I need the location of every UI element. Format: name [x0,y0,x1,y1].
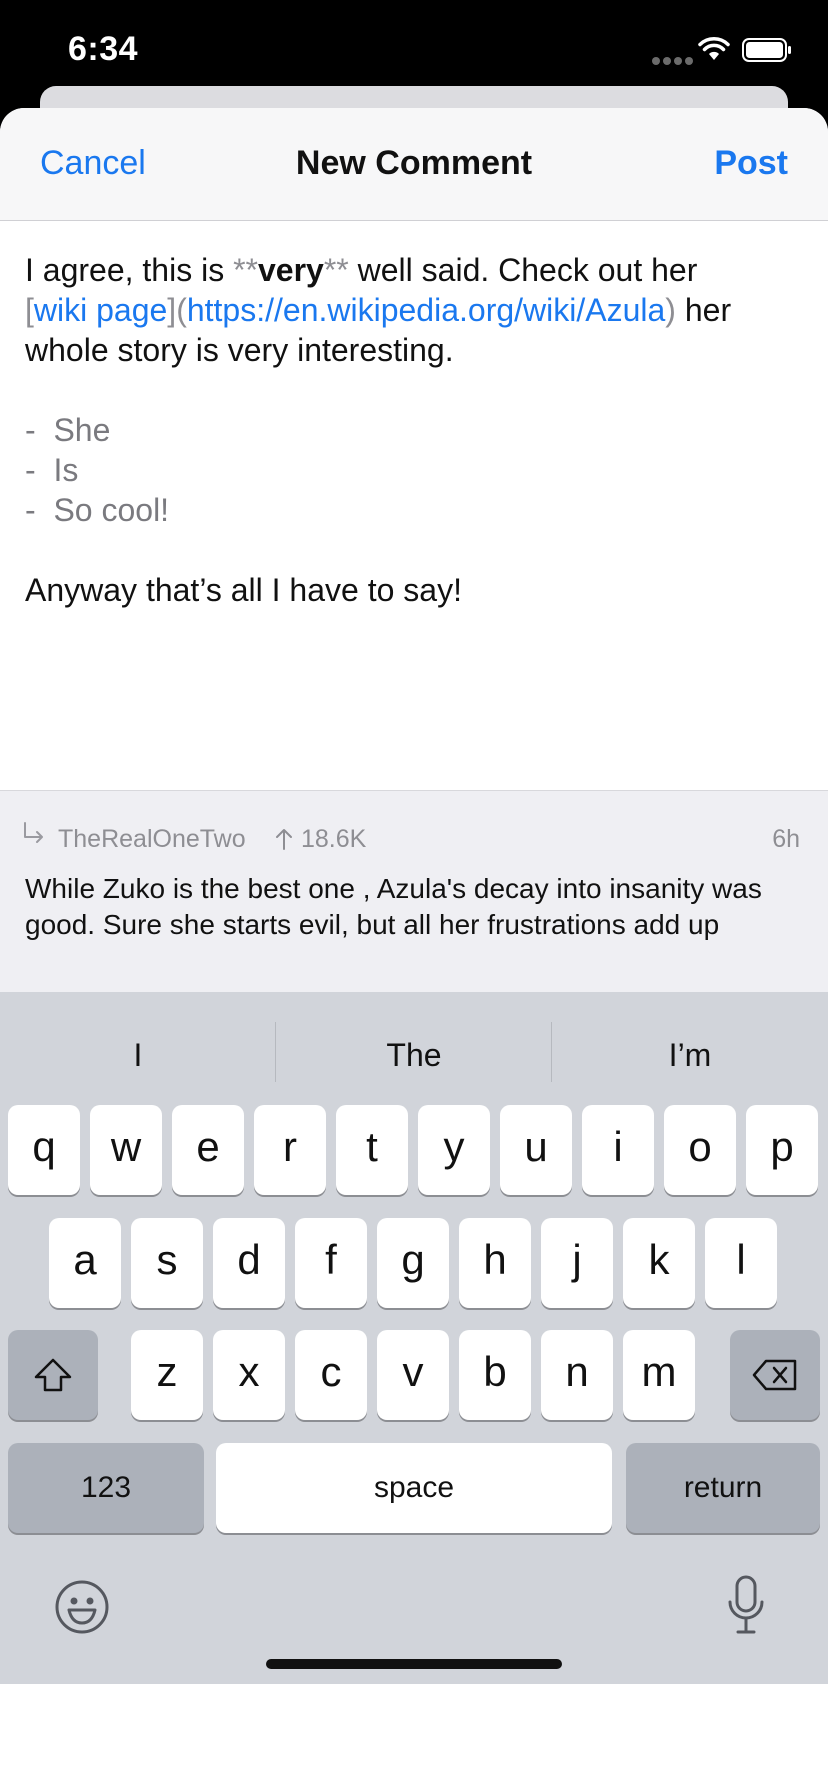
delete-key[interactable] [730,1330,820,1420]
key[interactable]: l [705,1218,777,1308]
key[interactable]: y [418,1105,490,1195]
markdown-syntax: [ [25,292,34,328]
list-item-text: She [53,412,111,448]
keyboard: I The I’m q w e r t y u i o p a s d f g … [0,992,828,1684]
key[interactable]: j [541,1218,613,1308]
editor-line: whole story is very interesting. [25,332,454,368]
comment-score: 18.6K [274,825,366,854]
battery-icon [742,38,792,67]
status-time: 6:34 [68,30,139,68]
list-item-text: So cool! [53,492,170,528]
key[interactable]: i [582,1105,654,1195]
key[interactable]: w [90,1105,162,1195]
numbers-key[interactable]: 123 [8,1443,204,1533]
key[interactable]: d [213,1218,285,1308]
key[interactable]: x [213,1330,285,1420]
markdown-syntax: ) [665,292,676,328]
score-value: 18.6K [300,825,367,853]
key[interactable]: o [664,1105,736,1195]
bold-text: very [258,252,324,288]
key[interactable]: r [254,1105,326,1195]
key[interactable]: b [459,1330,531,1420]
emoji-icon[interactable] [54,1579,110,1640]
key[interactable]: u [500,1105,572,1195]
key[interactable]: q [8,1105,80,1195]
link-url: https://en.wikipedia.org/wiki/Azula [186,292,666,328]
key[interactable]: n [541,1330,613,1420]
key[interactable]: t [336,1105,408,1195]
shift-icon [34,1358,72,1392]
cellular-signal-icon [652,52,696,70]
key[interactable]: z [131,1330,203,1420]
key[interactable]: s [131,1218,203,1308]
home-indicator [266,1659,562,1669]
key[interactable]: c [295,1330,367,1420]
key[interactable]: v [377,1330,449,1420]
space-key[interactable]: space [216,1443,612,1533]
suggestion-1[interactable]: I [0,1020,276,1090]
comment-body: While Zuko is the best one , Azula's dec… [25,873,762,940]
suggestion-2[interactable]: The [276,1020,552,1090]
list-item: - She [25,410,805,450]
list-item-text: Is [53,452,79,488]
key[interactable]: h [459,1218,531,1308]
list-item: - Is [25,450,805,490]
key[interactable]: g [377,1218,449,1308]
list-item: - So cool! [25,490,805,530]
comment-time: 6h [772,825,800,853]
shift-key[interactable] [8,1330,98,1420]
wifi-icon [698,36,730,67]
status-bar: 6:34 [0,0,828,100]
list-marker: - [25,452,36,488]
cancel-button[interactable]: Cancel [40,144,146,183]
reply-arrow-icon [22,821,46,854]
suggestion-3[interactable]: I’m [552,1020,828,1090]
key[interactable]: a [49,1218,121,1308]
return-key[interactable]: return [626,1443,820,1533]
comment-text-editor[interactable]: I agree, this is **very** well said. Che… [25,250,805,610]
text-span: her [675,292,732,328]
post-button[interactable]: Post [714,144,788,183]
upvote-arrow-icon [274,825,301,853]
editor-line: Anyway that’s all I have to say! [25,572,462,608]
editor-line: [wiki page](https://en.wikipedia.org/wik… [25,290,805,330]
markdown-syntax: ]( [167,292,187,328]
key[interactable]: p [746,1105,818,1195]
key[interactable]: k [623,1218,695,1308]
key[interactable]: e [172,1105,244,1195]
markdown-syntax: ** [233,252,258,288]
list-marker: - [25,492,36,528]
microphone-icon[interactable] [726,1574,766,1641]
backspace-icon [752,1359,797,1391]
editor-line: I agree, this is **very** well said. Che… [25,250,805,290]
comment-author: TheRealOneTwo [58,825,246,853]
navigation-bar: New Comment Cancel Post [0,108,828,221]
parent-comment: TheRealOneTwo 18.6K 6h While Zuko is the… [0,790,828,1011]
markdown-syntax: ** [323,252,349,288]
text-span: well said. Check out her [348,252,698,288]
list-marker: - [25,412,36,448]
link-text: wiki page [33,292,168,328]
key[interactable]: m [623,1330,695,1420]
text-span: I agree, this is [25,252,234,288]
key[interactable]: f [295,1218,367,1308]
